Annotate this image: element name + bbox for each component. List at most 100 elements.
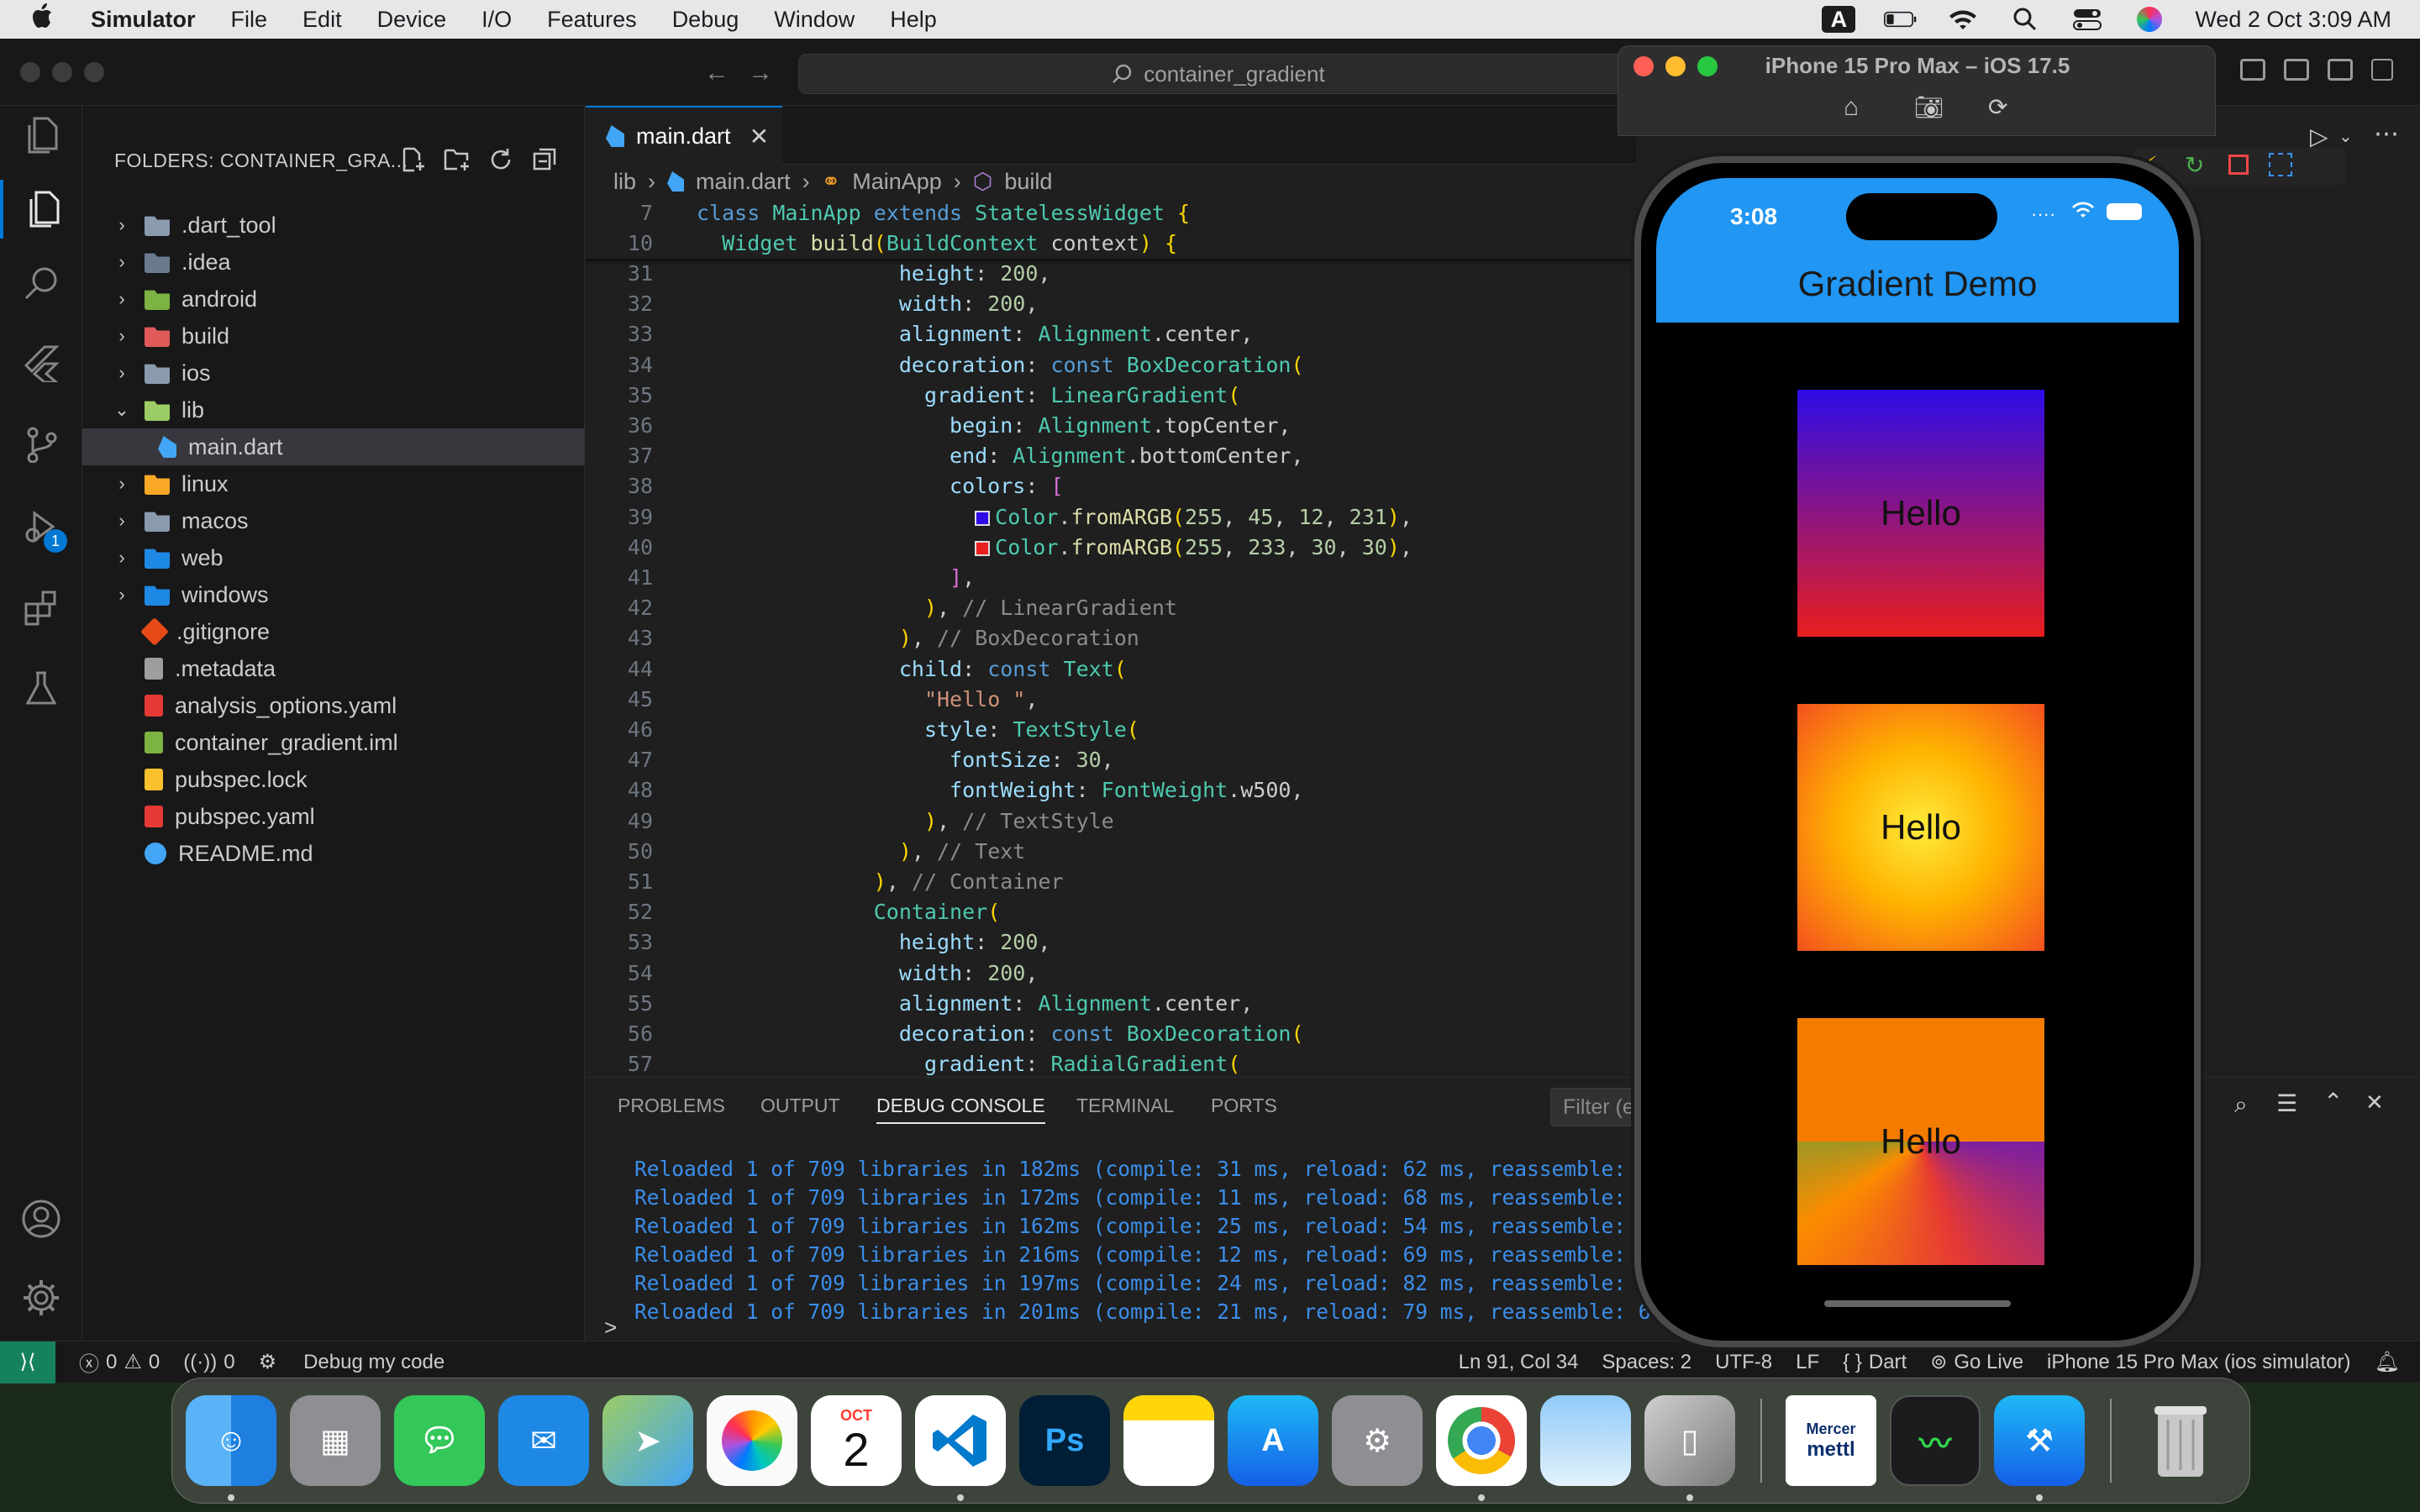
customize-layout-icon[interactable] <box>2371 59 2393 81</box>
code-line[interactable]: 33 alignment: Alignment.center, <box>586 319 1636 349</box>
menu-file[interactable]: File <box>231 7 268 33</box>
code-line[interactable]: 46 style: TextStyle( <box>586 715 1636 745</box>
cursor-position[interactable]: Ln 91, Col 34 <box>1459 1351 1579 1374</box>
close-window-button[interactable] <box>20 62 40 82</box>
menubar-clock[interactable]: Wed 2 Oct 3:09 AM <box>2195 7 2391 33</box>
tree-item-idea[interactable]: › .idea <box>82 244 585 281</box>
sticky-scroll-line[interactable]: 7 class MainApp extends StatelessWidget { <box>586 198 1636 228</box>
preview-icon[interactable] <box>1540 1395 1631 1486</box>
language-mode[interactable]: { } Dart <box>1843 1351 1907 1374</box>
collapse-all-icon[interactable] <box>529 144 560 175</box>
mail-icon[interactable]: ✉ <box>498 1395 589 1486</box>
run-debug-icon[interactable]: 1 <box>20 506 67 553</box>
xcode-icon[interactable]: ⚒ <box>1994 1395 2085 1486</box>
code-line[interactable]: 34 decoration: const BoxDecoration( <box>586 350 1636 381</box>
code-line[interactable]: 51 ), // Container <box>586 867 1636 897</box>
menu-app-name[interactable]: Simulator <box>91 7 196 33</box>
toggle-secondary-sidebar-icon[interactable] <box>2328 59 2353 81</box>
code-line[interactable]: 48 fontWeight: FontWeight.w500, <box>586 775 1636 806</box>
inspect-widget-icon[interactable] <box>2269 153 2292 176</box>
forward-arrow-icon[interactable]: → <box>748 59 773 87</box>
target-device[interactable]: iPhone 15 Pro Max (ios simulator) <box>2047 1351 2350 1374</box>
code-line[interactable]: 38 colors: [ <box>586 471 1636 501</box>
debug-status[interactable]: ⚙ Debug my code <box>259 1350 445 1374</box>
new-folder-icon[interactable] <box>442 144 472 175</box>
tree-item-metadata[interactable]: .metadata <box>82 650 585 687</box>
tree-item-container-gradient-iml[interactable]: container_gradient.iml <box>82 724 585 761</box>
tree-item-lib[interactable]: ⌄ lib <box>82 391 585 428</box>
menu-debug[interactable]: Debug <box>672 7 739 33</box>
code-line[interactable]: 50 ), // Text <box>586 837 1636 867</box>
code-line[interactable]: 57 gradient: RadialGradient( <box>586 1049 1636 1079</box>
gear-icon[interactable] <box>20 1277 62 1319</box>
vscode-icon[interactable] <box>915 1395 1006 1486</box>
trash-icon[interactable] <box>2135 1395 2226 1486</box>
tree-item-analysis-options-yaml[interactable]: analysis_options.yaml <box>82 687 585 724</box>
breadcrumb-class[interactable]: MainApp <box>852 169 942 195</box>
code-line[interactable]: 53 height: 200, <box>586 927 1636 958</box>
tree-item-pubspec-lock[interactable]: pubspec.lock <box>82 761 585 798</box>
control-center-icon[interactable] <box>2070 7 2104 32</box>
activity-monitor-icon[interactable]: 〰 <box>1890 1395 1981 1486</box>
source-control-icon[interactable] <box>20 423 62 465</box>
input-source-icon[interactable]: A <box>1822 6 1856 33</box>
photos-icon[interactable] <box>707 1395 797 1486</box>
explorer-icon[interactable] <box>0 180 82 239</box>
notifications-bell-icon[interactable]: 🔔︎ <box>2375 1350 2400 1374</box>
color-swatch-icon[interactable] <box>975 540 991 556</box>
code-line[interactable]: 40 Color.fromARGB(255, 233, 30, 30), <box>586 533 1636 563</box>
color-swatch-icon[interactable] <box>975 510 991 526</box>
ports-status[interactable]: ((·)) 0 <box>183 1351 234 1374</box>
tree-item-android[interactable]: › android <box>82 281 585 318</box>
code-line[interactable]: 54 width: 200, <box>586 958 1636 989</box>
end-of-line[interactable]: LF <box>1796 1351 1819 1374</box>
code-line[interactable]: 45 "Hello ", <box>586 685 1636 715</box>
phone-screen[interactable]: 3:08 ···· Gradient Demo Hello Hello Hell… <box>1656 178 2179 1326</box>
breadcrumb-lib[interactable]: lib <box>613 169 636 195</box>
maps-icon[interactable]: ➤ <box>602 1395 693 1486</box>
stop-icon[interactable] <box>2228 155 2249 175</box>
menu-features[interactable]: Features <box>547 7 637 33</box>
code-line[interactable]: 55 alignment: Alignment.center, <box>586 989 1636 1019</box>
console-prompt[interactable]: > <box>604 1315 617 1341</box>
messages-icon[interactable]: 💬︎ <box>394 1395 485 1486</box>
tab-problems[interactable]: PROBLEMS <box>618 1095 725 1117</box>
chevron-right-icon[interactable]: › <box>113 251 131 273</box>
code-line[interactable]: 41 ], <box>586 563 1636 593</box>
home-icon[interactable]: ⌂ <box>1844 93 1859 122</box>
close-panel-icon[interactable]: ✕ <box>2365 1089 2384 1116</box>
menu-io[interactable]: I/O <box>481 7 512 33</box>
more-actions-icon[interactable]: ⋯ <box>2374 119 2399 149</box>
close-tab-icon[interactable]: ✕ <box>750 123 769 150</box>
command-center-search[interactable]: container_gradient <box>798 54 1639 94</box>
code-line[interactable]: 43 ), // BoxDecoration <box>586 623 1636 654</box>
toggle-sidebar-icon[interactable] <box>2240 59 2265 81</box>
screenshot-icon[interactable]: 📷︎ <box>1914 93 1944 121</box>
code-line[interactable]: 39 Color.fromARGB(255, 45, 12, 231), <box>586 502 1636 533</box>
sticky-scroll-line[interactable]: 10 Widget build(BuildContext context) { <box>586 228 1636 259</box>
menu-window[interactable]: Window <box>774 7 855 33</box>
flutter-icon[interactable] <box>20 343 62 385</box>
wifi-icon[interactable] <box>1946 7 1980 32</box>
menu-help[interactable]: Help <box>890 7 937 33</box>
minimize-window-button[interactable] <box>52 62 72 82</box>
code-line[interactable]: 37 end: Alignment.bottomCenter, <box>586 441 1636 471</box>
extensions-icon[interactable] <box>20 586 62 628</box>
chevron-down-icon[interactable]: ⌄ <box>2338 126 2353 147</box>
chevron-right-icon[interactable]: › <box>113 473 131 495</box>
chevron-right-icon[interactable]: › <box>113 547 131 569</box>
chevron-down-icon[interactable]: ⌄ <box>113 399 131 421</box>
launchpad-icon[interactable]: ▦ <box>290 1395 381 1486</box>
maximize-panel-icon[interactable]: ⌃ <box>2323 1088 2343 1116</box>
code-line[interactable]: 42 ), // LinearGradient <box>586 593 1636 623</box>
tree-item-main-dart[interactable]: main.dart <box>82 428 585 465</box>
search-icon[interactable] <box>20 262 62 304</box>
chevron-right-icon[interactable]: › <box>113 288 131 310</box>
tree-item-dart-tool[interactable]: › .dart_tool <box>82 207 585 244</box>
code-line[interactable]: 31 height: 200, <box>586 259 1636 289</box>
photoshop-icon[interactable]: Ps <box>1019 1395 1110 1486</box>
spotlight-icon[interactable] <box>2008 7 2042 32</box>
tree-item-readme-md[interactable]: README.md <box>82 835 585 872</box>
code-editor[interactable]: 31 height: 200, 32 width: 200, 33 alignmen… <box>586 198 1636 1110</box>
search-icon[interactable]: ⌕ <box>2234 1091 2248 1119</box>
